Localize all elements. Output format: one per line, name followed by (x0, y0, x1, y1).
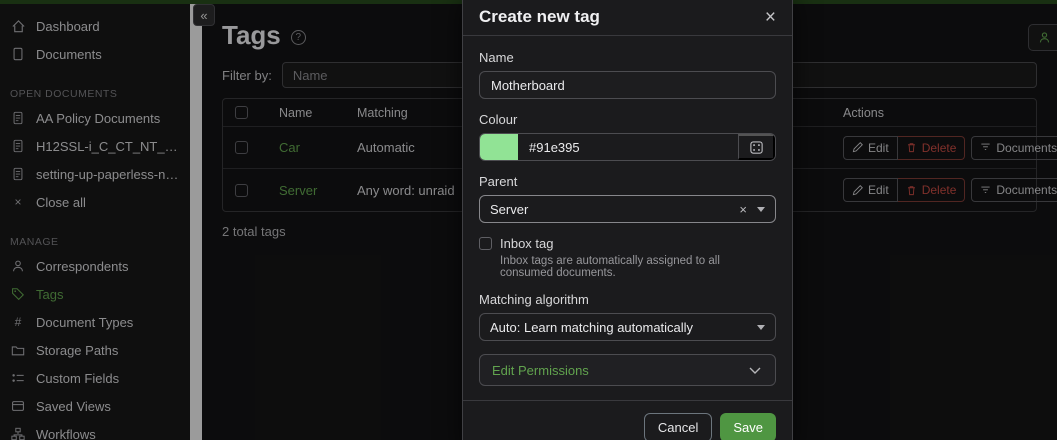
colour-input-group: #91e395 (479, 133, 776, 161)
inbox-tag-hint: Inbox tags are automatically assigned to… (500, 255, 776, 279)
colour-field-label: Colour (479, 112, 776, 127)
edit-permissions-label: Edit Permissions (492, 363, 589, 378)
colour-swatch (480, 134, 518, 160)
inbox-tag-checkbox[interactable] (479, 237, 492, 250)
parent-selected-value: Server (490, 202, 739, 217)
cancel-button[interactable]: Cancel (644, 413, 712, 440)
clear-icon[interactable]: × (739, 202, 747, 217)
random-colour-button[interactable] (738, 134, 775, 160)
chevron-down-icon (747, 362, 763, 378)
inbox-tag-label: Inbox tag (500, 236, 554, 251)
parent-select[interactable]: Server × (479, 195, 776, 223)
inbox-tag-row: Inbox tag (479, 236, 776, 251)
chevron-down-icon[interactable] (757, 207, 765, 212)
create-tag-modal: Create new tag × Name Colour #91e395 (462, 0, 793, 440)
save-button[interactable]: Save (720, 413, 776, 440)
matching-algorithm-label: Matching algorithm (479, 292, 776, 307)
dice-icon (749, 140, 764, 155)
chevron-down-icon[interactable] (757, 325, 765, 330)
parent-field-label: Parent (479, 174, 776, 189)
app-window: Dashboard Documents OPEN DOCUMENTS AA Po… (0, 0, 1057, 440)
tag-name-input[interactable] (479, 71, 776, 99)
modal-title: Create new tag (479, 7, 600, 27)
close-icon[interactable]: × (765, 8, 776, 27)
edit-permissions-accordion[interactable]: Edit Permissions (479, 354, 776, 386)
colour-hex-input[interactable]: #91e395 (518, 134, 738, 160)
matching-selected-value: Auto: Learn matching automatically (490, 320, 757, 335)
matching-algorithm-select[interactable]: Auto: Learn matching automatically (479, 313, 776, 341)
name-field-label: Name (479, 50, 776, 65)
